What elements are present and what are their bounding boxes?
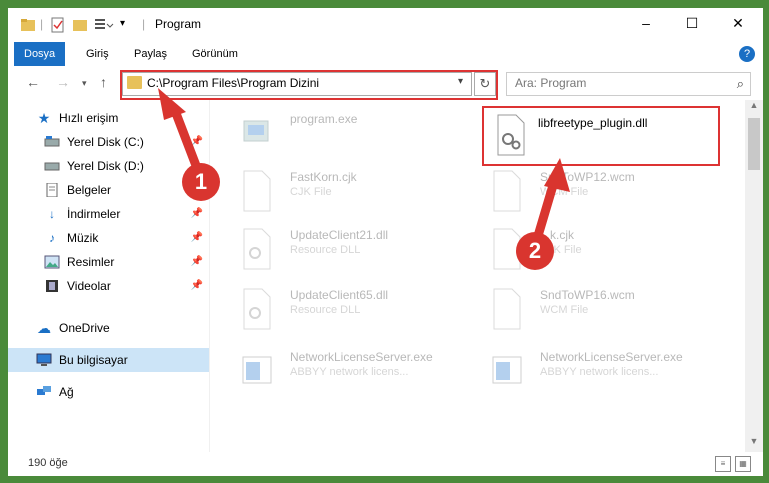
explorer-window: | ▾ | Program – ☐ ✕ Dosya Giriş Paylaş G… bbox=[8, 8, 763, 476]
step-2-badge: 2 bbox=[516, 232, 554, 270]
annotation-arrows bbox=[158, 88, 570, 251]
step-1-badge: 1 bbox=[182, 163, 220, 201]
